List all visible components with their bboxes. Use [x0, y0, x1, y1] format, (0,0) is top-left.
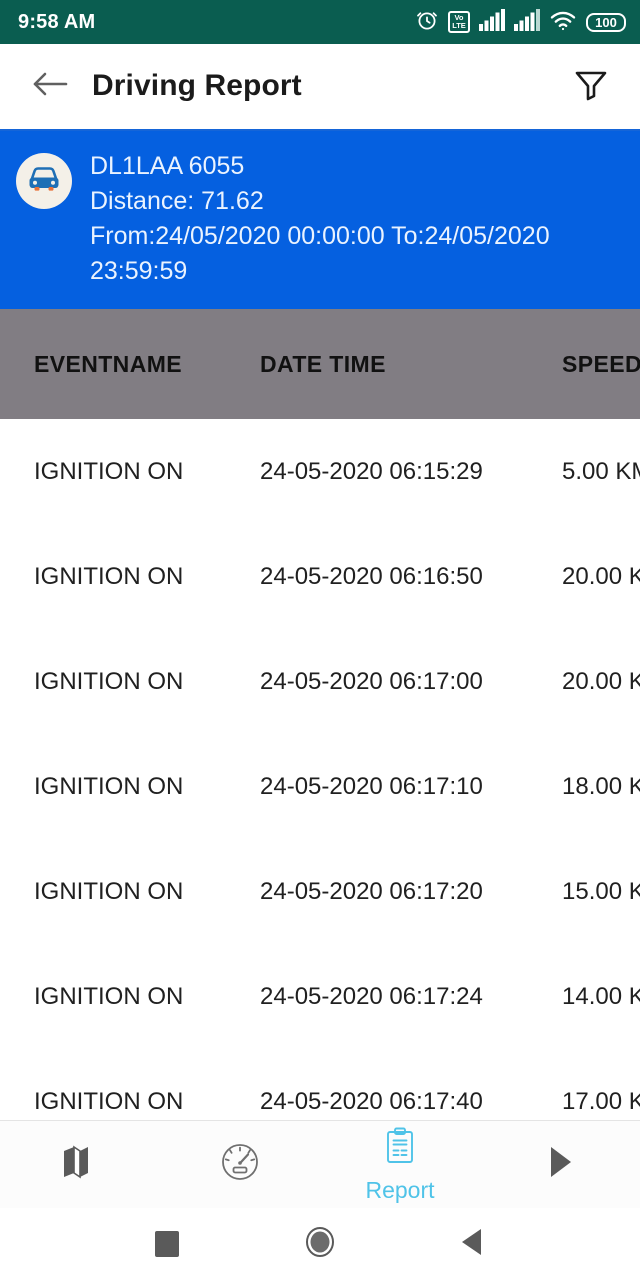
cell-eventname: IGNITION ON	[34, 983, 184, 1010]
status-bar: 9:58 AM Vo LTE 100	[0, 0, 640, 44]
cell-datetime: 24-05-2020 06:17:00	[260, 668, 483, 695]
table-header-row: EVENTNAME DATE TIME SPEED	[0, 309, 640, 419]
cell-speed: 18.00 K	[562, 773, 640, 800]
table-row[interactable]: IGNITION ON 24-05-2020 06:17:20 15.00 K	[0, 839, 640, 944]
nav-item-report[interactable]: Report	[320, 1121, 480, 1208]
cell-datetime: 24-05-2020 06:17:20	[260, 878, 483, 905]
nav-item-playback[interactable]	[480, 1121, 640, 1208]
cell-eventname: IGNITION ON	[34, 878, 184, 905]
signal-icon	[514, 8, 540, 36]
cell-datetime: 24-05-2020 06:17:24	[260, 983, 483, 1010]
cell-eventname: IGNITION ON	[34, 773, 184, 800]
cell-datetime: 24-05-2020 06:16:50	[260, 563, 483, 590]
cell-speed: 20.00 K	[562, 563, 640, 590]
filter-button[interactable]	[568, 63, 614, 109]
table-row[interactable]: IGNITION ON 24-05-2020 06:17:10 18.00 K	[0, 734, 640, 839]
back-button[interactable]	[28, 64, 72, 108]
home-button[interactable]	[295, 1219, 345, 1269]
filter-funnel-icon	[571, 64, 611, 109]
speedometer-icon	[217, 1139, 263, 1190]
nav-item-report-label: Report	[365, 1177, 435, 1203]
table-body: IGNITION ON 24-05-2020 06:15:29 5.00 KM …	[0, 419, 640, 1120]
cell-speed: 5.00 KM	[562, 458, 640, 485]
app-root: 9:58 AM Vo LTE 100 Driving Report DL1LAA…	[0, 0, 640, 1280]
cell-datetime: 24-05-2020 06:15:29	[260, 458, 483, 485]
cell-datetime: 24-05-2020 06:17:10	[260, 773, 483, 800]
battery-icon: 100	[586, 12, 626, 32]
table-row[interactable]: IGNITION ON 24-05-2020 06:17:24 14.00 K	[0, 944, 640, 1049]
column-header-speed[interactable]: SPEED	[562, 351, 640, 378]
vehicle-details: DL1LAA 6055 Distance: 71.62 From:24/05/2…	[90, 149, 550, 289]
circle-home-icon	[303, 1225, 337, 1264]
cell-eventname: IGNITION ON	[34, 1088, 184, 1115]
play-triangle-icon	[538, 1140, 582, 1189]
table-row[interactable]: IGNITION ON 24-05-2020 06:16:50 20.00 K	[0, 524, 640, 629]
vehicle-number: DL1LAA 6055	[90, 152, 245, 180]
signal-icon	[479, 8, 505, 36]
table-row[interactable]: IGNITION ON 24-05-2020 06:17:00 20.00 K	[0, 629, 640, 734]
cell-speed: 14.00 K	[562, 983, 640, 1010]
bottom-navigation: Report	[0, 1120, 640, 1208]
column-header-eventname[interactable]: EVENTNAME	[34, 351, 182, 378]
app-bar: Driving Report	[0, 44, 640, 129]
vehicle-distance: Distance: 71.62	[90, 187, 264, 215]
page-title: Driving Report	[92, 69, 302, 102]
nav-item-dashboard[interactable]	[160, 1121, 320, 1208]
cell-eventname: IGNITION ON	[34, 458, 184, 485]
column-header-datetime[interactable]: DATE TIME	[260, 351, 386, 378]
triangle-back-icon	[458, 1226, 488, 1263]
recents-button[interactable]	[142, 1219, 192, 1269]
alarm-icon	[415, 8, 439, 37]
map-icon	[58, 1140, 102, 1189]
car-icon	[24, 162, 64, 201]
cell-eventname: IGNITION ON	[34, 668, 184, 695]
report-table: EVENTNAME DATE TIME SPEED IGNITION ON 24…	[0, 309, 640, 1120]
vehicle-date-range: From:24/05/2020 00:00:00 To:24/05/2020 2…	[90, 222, 550, 285]
cell-speed: 17.00 K	[562, 1088, 640, 1115]
status-bar-clock: 9:58 AM	[18, 10, 96, 33]
back-arrow-icon	[30, 68, 70, 105]
avatar	[16, 153, 72, 209]
cell-eventname: IGNITION ON	[34, 563, 184, 590]
nav-item-map[interactable]	[0, 1121, 160, 1208]
clipboard-report-icon	[380, 1126, 420, 1175]
cell-datetime: 24-05-2020 06:17:40	[260, 1088, 483, 1115]
cell-speed: 20.00 K	[562, 668, 640, 695]
table-row[interactable]: IGNITION ON 24-05-2020 06:15:29 5.00 KM	[0, 419, 640, 524]
back-button-system[interactable]	[448, 1219, 498, 1269]
square-recents-icon	[154, 1231, 179, 1257]
vehicle-info-card[interactable]: DL1LAA 6055 Distance: 71.62 From:24/05/2…	[0, 129, 640, 309]
wifi-icon	[549, 9, 577, 36]
cell-speed: 15.00 K	[562, 878, 640, 905]
volte-icon: Vo LTE	[448, 11, 470, 33]
table-row[interactable]: IGNITION ON 24-05-2020 06:17:40 17.00 K	[0, 1049, 640, 1120]
status-bar-icons: Vo LTE 100	[415, 8, 626, 37]
system-navigation-bar	[0, 1208, 640, 1280]
